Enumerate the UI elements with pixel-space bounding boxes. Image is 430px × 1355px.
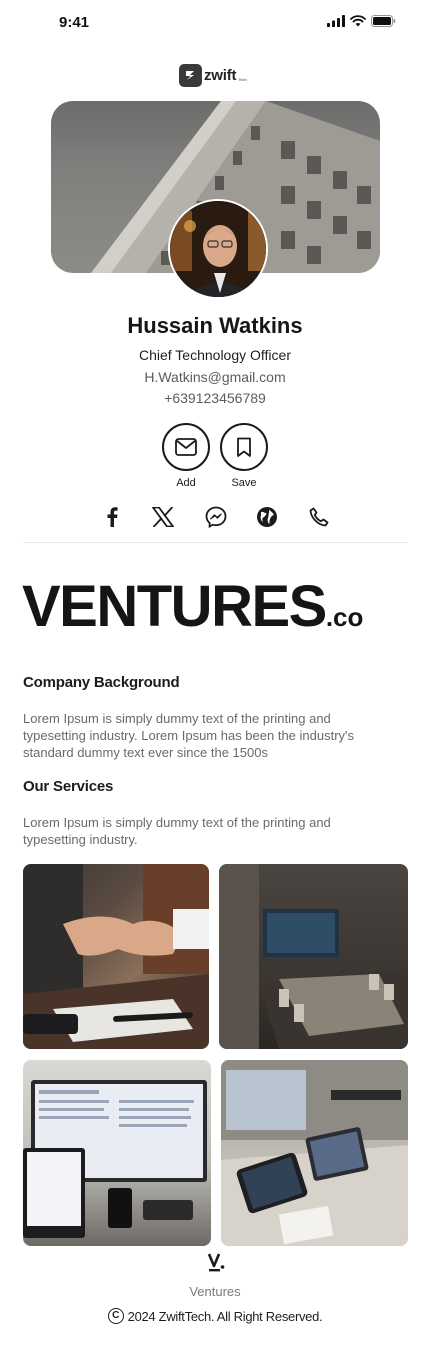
globe-icon[interactable] [255, 505, 279, 529]
zwift-logo: zwift Tech [179, 64, 247, 87]
avatar [168, 199, 268, 299]
person-email[interactable]: H.Watkins@gmail.com [0, 369, 430, 385]
save-button-circle[interactable] [220, 423, 268, 471]
person-name: Hussain Watkins [127, 313, 303, 338]
battery-icon [371, 15, 396, 27]
zwift-logo-mark-icon [179, 64, 202, 87]
our-services-text: Lorem Ipsum is simply dummy text of the … [23, 815, 331, 847]
add-button[interactable]: Add [162, 423, 210, 489]
save-button[interactable]: Save [220, 423, 268, 489]
computer-desk-photo [23, 1060, 211, 1246]
footer-copyright: C 2024 ZwiftTech. All Right Reserved. [0, 1308, 430, 1324]
facebook-icon[interactable] [100, 505, 124, 529]
copyright-text: 2024 ZwiftTech. All Right Reserved. [127, 1308, 323, 1324]
handshake-photo [23, 864, 209, 1049]
status-icons [327, 15, 396, 27]
company-background-text: Lorem Ipsum is simply dummy text of the … [23, 711, 355, 760]
phone-icon[interactable] [307, 505, 331, 529]
person-title: Chief Technology Officer [138, 347, 291, 363]
ventures-wordmark: VENTURES.co [22, 578, 363, 636]
add-button-circle[interactable] [162, 423, 210, 471]
add-label: Add [176, 477, 196, 489]
status-time: 9:41 [59, 14, 90, 31]
wifi-icon [350, 15, 366, 27]
footer-brand: Ventures [189, 1284, 241, 1299]
save-label: Save [231, 477, 257, 489]
our-services-heading: Our Services [23, 778, 114, 795]
person-phone[interactable]: +639123456789 [0, 390, 430, 406]
brand-name: VENTURES [22, 574, 327, 639]
x-icon[interactable] [151, 505, 175, 529]
signal-icon [327, 15, 345, 27]
bookmark-icon [237, 437, 251, 457]
status-bar: 9:41 [0, 0, 430, 46]
tablet-laptop-photo [221, 1060, 408, 1246]
ventures-logo-icon [207, 1252, 225, 1272]
meeting-room-photo [219, 864, 408, 1049]
logo-sub: Tech [238, 77, 247, 82]
divider [23, 542, 408, 543]
logo-text: zwift [204, 67, 237, 84]
brand-suffix: .co [325, 602, 364, 632]
messenger-icon[interactable] [204, 505, 228, 529]
company-background-heading: Company Background [23, 674, 180, 691]
copyright-icon: C [107, 1308, 124, 1324]
mail-icon [175, 438, 197, 456]
